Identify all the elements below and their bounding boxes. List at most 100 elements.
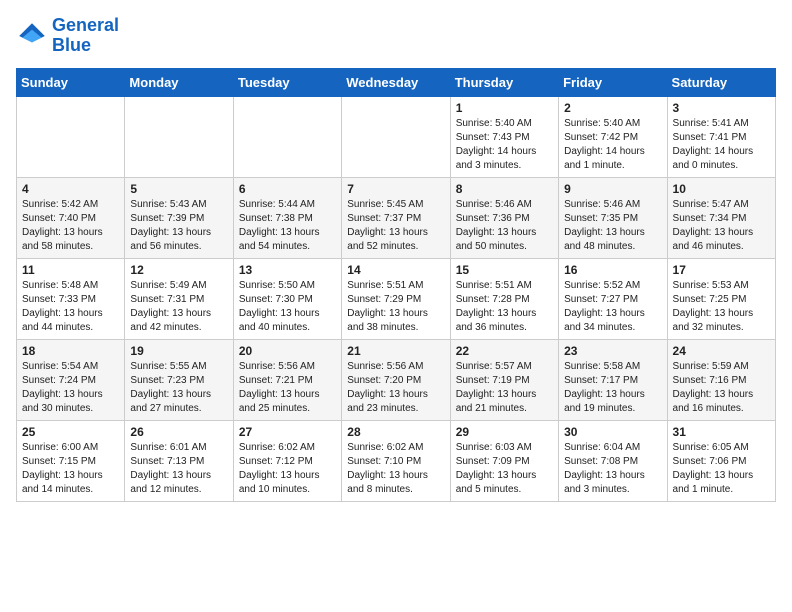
- day-number: 3: [673, 101, 770, 115]
- day-number: 21: [347, 344, 444, 358]
- day-info: Sunrise: 6:03 AMSunset: 7:09 PMDaylight:…: [456, 441, 553, 497]
- calendar-cell: 8Sunrise: 5:46 AMSunset: 7:36 PMDaylight…: [450, 177, 558, 258]
- calendar-cell: [233, 96, 341, 177]
- calendar-cell: 12 Sunrise: 5:49 AMSunset: 7:31 PMDayligh…: [125, 258, 233, 339]
- day-info: Sunrise: 5:40 AMSunset: 7:43 PMDaylight:…: [456, 117, 553, 173]
- day-number: 25: [22, 425, 119, 439]
- calendar-cell: [17, 96, 125, 177]
- day-info: Sunrise: 5:58 AMSunset: 7:17 PMDaylight:…: [564, 360, 661, 416]
- calendar-cell: 22 Sunrise: 5:57 AMSunset: 7:19 PMDayligh…: [450, 339, 558, 420]
- day-info: Sunrise: 5:56 AMSunset: 7:20 PMDaylight:…: [347, 360, 444, 416]
- weekday-header-saturday: Saturday: [667, 68, 775, 96]
- day-number: 30: [564, 425, 661, 439]
- calendar-cell: 11Sunrise: 5:48 AMSunset: 7:33 PMDayligh…: [17, 258, 125, 339]
- logo: General Blue: [16, 16, 119, 56]
- day-info: Sunrise: 5:54 AMSunset: 7:24 PMDaylight:…: [22, 360, 119, 416]
- calendar-cell: 28 Sunrise: 6:02 AMSunset: 7:10 PMDayligh…: [342, 420, 450, 501]
- calendar-cell: 17 Sunrise: 5:53 AMSunset: 7:25 PMDayligh…: [667, 258, 775, 339]
- day-number: 13: [239, 263, 336, 277]
- calendar: SundayMondayTuesdayWednesdayThursdayFrid…: [16, 68, 776, 502]
- weekday-header-friday: Friday: [559, 68, 667, 96]
- day-number: 11: [22, 263, 119, 277]
- weekday-header-sunday: Sunday: [17, 68, 125, 96]
- day-info: Sunrise: 5:57 AMSunset: 7:19 PMDaylight:…: [456, 360, 553, 416]
- day-number: 27: [239, 425, 336, 439]
- day-number: 22: [456, 344, 553, 358]
- day-number: 10: [673, 182, 770, 196]
- day-number: 14: [347, 263, 444, 277]
- day-number: 16: [564, 263, 661, 277]
- day-number: 20: [239, 344, 336, 358]
- calendar-cell: 31 Sunrise: 6:05 AMSunset: 7:06 PMDayligh…: [667, 420, 775, 501]
- day-number: 17: [673, 263, 770, 277]
- day-number: 6: [239, 182, 336, 196]
- day-number: 31: [673, 425, 770, 439]
- day-info: Sunrise: 6:00 AMSunset: 7:15 PMDaylight:…: [22, 441, 119, 497]
- day-info: Sunrise: 5:47 AMSunset: 7:34 PMDaylight:…: [673, 198, 770, 254]
- calendar-cell: 3Sunrise: 5:41 AMSunset: 7:41 PMDaylight…: [667, 96, 775, 177]
- calendar-cell: 6 Sunrise: 5:44 AMSunset: 7:38 PMDaylight…: [233, 177, 341, 258]
- calendar-cell: 25 Sunrise: 6:00 AMSunset: 7:15 PMDayligh…: [17, 420, 125, 501]
- day-number: 1: [456, 101, 553, 115]
- calendar-cell: 21 Sunrise: 5:56 AMSunset: 7:20 PMDayligh…: [342, 339, 450, 420]
- weekday-header-monday: Monday: [125, 68, 233, 96]
- calendar-cell: 30 Sunrise: 6:04 AMSunset: 7:08 PMDayligh…: [559, 420, 667, 501]
- day-number: 18: [22, 344, 119, 358]
- day-number: 23: [564, 344, 661, 358]
- logo-icon: [16, 20, 48, 52]
- calendar-cell: 2Sunrise: 5:40 AMSunset: 7:42 PMDaylight…: [559, 96, 667, 177]
- calendar-cell: [125, 96, 233, 177]
- day-number: 19: [130, 344, 227, 358]
- calendar-cell: 14Sunrise: 5:51 AMSunset: 7:29 PMDayligh…: [342, 258, 450, 339]
- day-info: Sunrise: 5:44 AMSunset: 7:38 PMDaylight:…: [239, 198, 336, 254]
- calendar-cell: 19 Sunrise: 5:55 AMSunset: 7:23 PMDayligh…: [125, 339, 233, 420]
- calendar-cell: 16 Sunrise: 5:52 AMSunset: 7:27 PMDayligh…: [559, 258, 667, 339]
- calendar-cell: 10 Sunrise: 5:47 AMSunset: 7:34 PMDayligh…: [667, 177, 775, 258]
- calendar-cell: 15 Sunrise: 5:51 AMSunset: 7:28 PMDayligh…: [450, 258, 558, 339]
- day-number: 9: [564, 182, 661, 196]
- day-info: Sunrise: 5:46 AMSunset: 7:35 PMDaylight:…: [564, 198, 661, 254]
- day-info: Sunrise: 5:50 AMSunset: 7:30 PMDaylight:…: [239, 279, 336, 335]
- day-info: Sunrise: 5:45 AMSunset: 7:37 PMDaylight:…: [347, 198, 444, 254]
- calendar-cell: 13 Sunrise: 5:50 AMSunset: 7:30 PMDayligh…: [233, 258, 341, 339]
- day-number: 12: [130, 263, 227, 277]
- day-number: 15: [456, 263, 553, 277]
- calendar-cell: 24Sunrise: 5:59 AMSunset: 7:16 PMDayligh…: [667, 339, 775, 420]
- day-info: Sunrise: 5:55 AMSunset: 7:23 PMDaylight:…: [130, 360, 227, 416]
- day-number: 7: [347, 182, 444, 196]
- weekday-header-wednesday: Wednesday: [342, 68, 450, 96]
- day-number: 29: [456, 425, 553, 439]
- calendar-cell: 27 Sunrise: 6:02 AMSunset: 7:12 PMDayligh…: [233, 420, 341, 501]
- day-info: Sunrise: 5:53 AMSunset: 7:25 PMDaylight:…: [673, 279, 770, 335]
- logo-text: General Blue: [52, 16, 119, 56]
- calendar-cell: 18 Sunrise: 5:54 AMSunset: 7:24 PMDayligh…: [17, 339, 125, 420]
- calendar-cell: 26 Sunrise: 6:01 AMSunset: 7:13 PMDayligh…: [125, 420, 233, 501]
- day-number: 28: [347, 425, 444, 439]
- day-number: 2: [564, 101, 661, 115]
- day-info: Sunrise: 6:01 AMSunset: 7:13 PMDaylight:…: [130, 441, 227, 497]
- day-info: Sunrise: 5:51 AMSunset: 7:28 PMDaylight:…: [456, 279, 553, 335]
- day-info: Sunrise: 5:56 AMSunset: 7:21 PMDaylight:…: [239, 360, 336, 416]
- calendar-cell: 29 Sunrise: 6:03 AMSunset: 7:09 PMDayligh…: [450, 420, 558, 501]
- calendar-cell: 1 Sunrise: 5:40 AMSunset: 7:43 PMDaylight…: [450, 96, 558, 177]
- day-info: Sunrise: 5:59 AMSunset: 7:16 PMDaylight:…: [673, 360, 770, 416]
- day-info: Sunrise: 5:42 AMSunset: 7:40 PMDaylight:…: [22, 198, 119, 254]
- day-number: 4: [22, 182, 119, 196]
- calendar-cell: 7 Sunrise: 5:45 AMSunset: 7:37 PMDaylight…: [342, 177, 450, 258]
- day-info: Sunrise: 5:46 AMSunset: 7:36 PMDaylight:…: [456, 198, 553, 254]
- page-header: General Blue: [16, 16, 776, 56]
- day-info: Sunrise: 6:05 AMSunset: 7:06 PMDaylight:…: [673, 441, 770, 497]
- calendar-cell: 4 Sunrise: 5:42 AMSunset: 7:40 PMDaylight…: [17, 177, 125, 258]
- weekday-header-thursday: Thursday: [450, 68, 558, 96]
- day-number: 5: [130, 182, 227, 196]
- day-info: Sunrise: 6:02 AMSunset: 7:12 PMDaylight:…: [239, 441, 336, 497]
- day-info: Sunrise: 5:43 AMSunset: 7:39 PMDaylight:…: [130, 198, 227, 254]
- calendar-cell: 5 Sunrise: 5:43 AMSunset: 7:39 PMDaylight…: [125, 177, 233, 258]
- day-info: Sunrise: 5:52 AMSunset: 7:27 PMDaylight:…: [564, 279, 661, 335]
- calendar-cell: 9 Sunrise: 5:46 AMSunset: 7:35 PMDaylight…: [559, 177, 667, 258]
- weekday-header-tuesday: Tuesday: [233, 68, 341, 96]
- day-info: Sunrise: 5:49 AMSunset: 7:31 PMDaylight:…: [130, 279, 227, 335]
- day-info: Sunrise: 6:04 AMSunset: 7:08 PMDaylight:…: [564, 441, 661, 497]
- day-info: Sunrise: 6:02 AMSunset: 7:10 PMDaylight:…: [347, 441, 444, 497]
- day-number: 26: [130, 425, 227, 439]
